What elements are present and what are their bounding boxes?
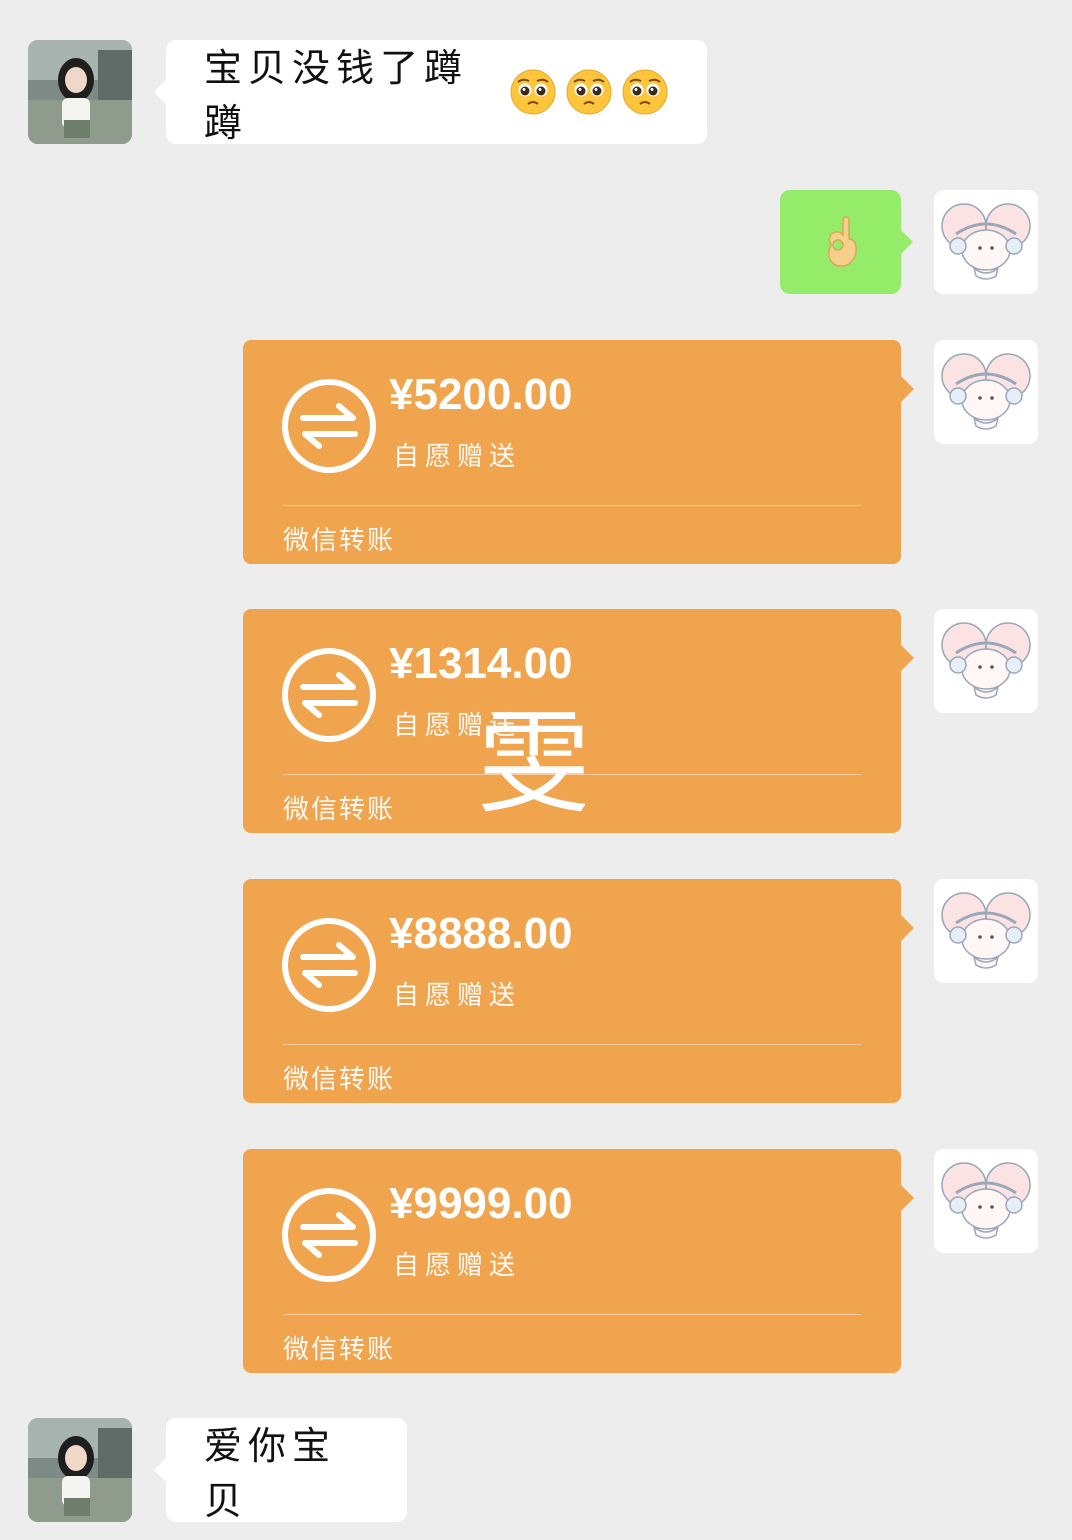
cartoon-mouse-avatar [934, 1149, 1038, 1253]
transfer-service-label: 微信转账 [283, 1065, 396, 1095]
transfer-divider [283, 1314, 861, 1315]
my-avatar[interactable] [934, 340, 1038, 444]
transfer-icon [282, 1188, 376, 1282]
ok-hand-emoji-icon [827, 216, 857, 267]
my-avatar[interactable] [934, 879, 1038, 983]
transfer-icon [282, 648, 376, 742]
contact-avatar[interactable] [28, 40, 132, 144]
cartoon-mouse-avatar [934, 609, 1038, 713]
my-avatar[interactable] [934, 190, 1038, 294]
transfer-icon [282, 379, 376, 473]
transfer-amount: ¥5200.00 [389, 370, 573, 419]
incoming-message-bubble[interactable]: 宝贝没钱了蹲蹲 [154, 40, 707, 145]
incoming-message-text: 爱你宝贝 [204, 1424, 337, 1523]
transfer-service-label: 微信转账 [283, 795, 396, 825]
transfer-card[interactable]: ¥5200.00 自愿赠送 微信转账 [243, 340, 914, 564]
transfer-icon [282, 918, 376, 1012]
cartoon-mouse-avatar [934, 340, 1038, 444]
contact-avatar-photo [28, 40, 132, 144]
transfer-divider [283, 1044, 861, 1045]
transfer-card[interactable]: ¥8888.00 自愿赠送 微信转账 [243, 879, 914, 1103]
pleading-face-emoji-icon [510, 69, 556, 115]
cartoon-mouse-avatar [934, 190, 1038, 294]
transfer-service-label: 微信转账 [283, 1335, 396, 1365]
transfer-note: 自愿赠送 [393, 1251, 522, 1281]
my-avatar[interactable] [934, 1149, 1038, 1253]
transfer-note: 自愿赠送 [393, 442, 522, 472]
transfer-amount: ¥1314.00 [389, 639, 573, 688]
transfer-divider [283, 505, 861, 506]
contact-avatar[interactable] [28, 1418, 132, 1522]
transfer-note: 自愿赠送 [393, 981, 522, 1011]
incoming-message-bubble[interactable]: 爱你宝贝 [154, 1418, 407, 1523]
outgoing-emoji-bubble[interactable] [780, 190, 913, 294]
transfer-amount: ¥9999.00 [389, 1179, 573, 1228]
transfer-amount: ¥8888.00 [389, 909, 573, 958]
contact-avatar-photo [28, 1418, 132, 1522]
my-avatar[interactable] [934, 609, 1038, 713]
watermark-text: 雯 [478, 699, 590, 829]
cartoon-mouse-avatar [934, 879, 1038, 983]
transfer-service-label: 微信转账 [283, 526, 396, 556]
incoming-message-text: 宝贝没钱了蹲蹲 [204, 46, 469, 145]
transfer-card[interactable]: ¥9999.00 自愿赠送 微信转账 [243, 1149, 914, 1373]
pleading-face-emoji-icon [622, 69, 668, 115]
pleading-face-emoji-icon [566, 69, 612, 115]
